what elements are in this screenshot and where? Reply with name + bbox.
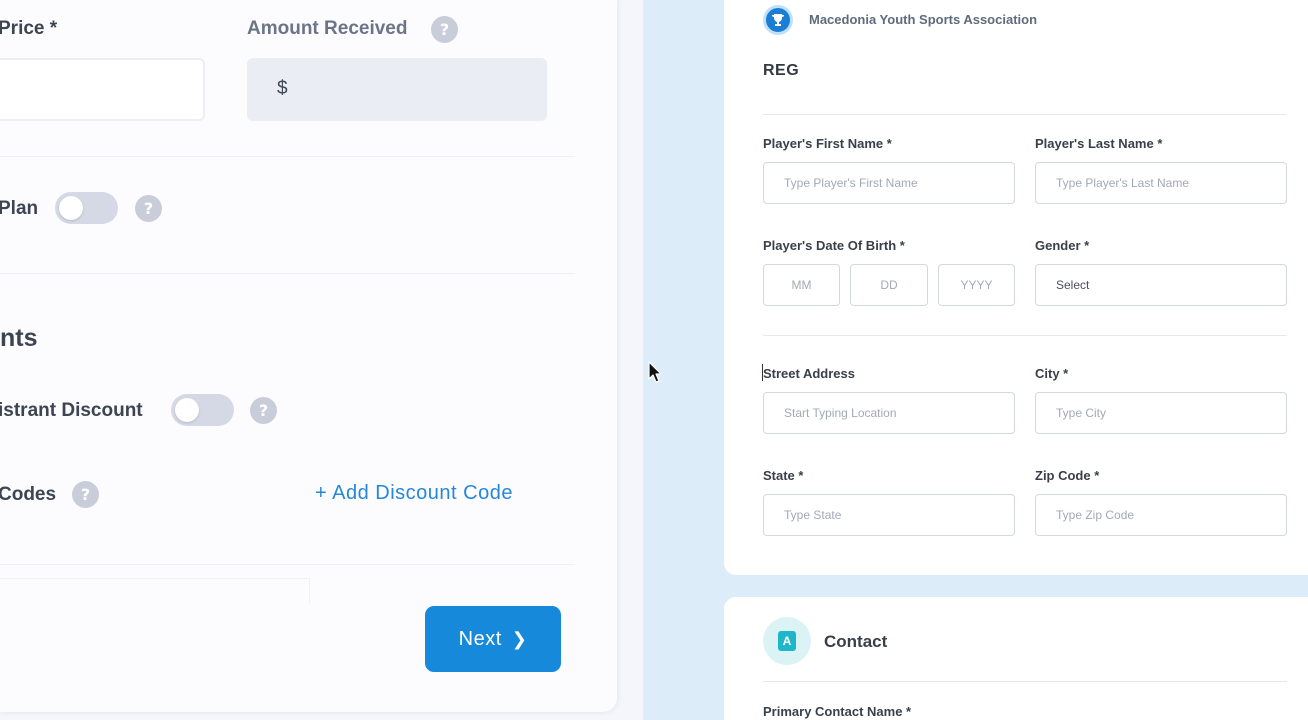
next-button-label: Next: [458, 627, 502, 650]
zip-code-label: Zip Code *: [1035, 468, 1100, 483]
payment-panel: Price * Amount Received ? $ Plan ? nts i…: [0, 0, 617, 712]
form-section-title: REG: [763, 62, 800, 79]
trophy-icon: [763, 5, 793, 35]
chevron-right-icon: ❯: [511, 628, 528, 650]
contact-card-icon: A: [763, 617, 811, 665]
state-input[interactable]: Type State: [763, 494, 1015, 536]
toggle-knob: [175, 398, 199, 422]
divider: [763, 681, 1287, 682]
next-button[interactable]: Next ❯: [425, 606, 561, 672]
plan-toggle[interactable]: [55, 192, 118, 224]
add-discount-code-link[interactable]: + Add Discount Code: [315, 482, 513, 505]
toggle-knob: [59, 196, 83, 220]
dob-label: Player's Date Of Birth *: [763, 238, 905, 253]
discount-codes-label: Codes: [0, 484, 57, 505]
plan-help-icon[interactable]: ?: [135, 195, 162, 222]
registrant-discount-toggle[interactable]: [171, 394, 234, 426]
gender-select[interactable]: Select: [1035, 264, 1287, 306]
discount-codes-help-icon[interactable]: ?: [72, 481, 99, 508]
registration-form-card: Macedonia Youth Sports Association REG P…: [724, 0, 1308, 575]
first-name-input[interactable]: Type Player's First Name: [763, 162, 1015, 204]
contact-icon-glyph: A: [778, 631, 796, 651]
state-label: State *: [763, 468, 804, 483]
divider: [763, 335, 1287, 336]
org-name: Macedonia Youth Sports Association: [809, 12, 1038, 27]
divider: [0, 273, 575, 274]
faint-row: [0, 578, 310, 604]
gender-label: Gender *: [1035, 238, 1090, 253]
registrant-discount-label: istrant Discount: [0, 400, 143, 421]
zip-code-input[interactable]: Type Zip Code: [1035, 494, 1287, 536]
dob-month-input[interactable]: MM: [763, 264, 840, 306]
amount-received-input[interactable]: $: [247, 58, 547, 121]
currency-prefix: $: [277, 78, 288, 99]
city-input[interactable]: Type City: [1035, 392, 1287, 434]
first-name-label: Player's First Name *: [763, 136, 892, 151]
street-address-input[interactable]: Start Typing Location: [763, 392, 1015, 434]
divider: [0, 156, 575, 157]
last-name-input[interactable]: Type Player's Last Name: [1035, 162, 1287, 204]
primary-contact-name-label: Primary Contact Name *: [763, 704, 912, 719]
amount-received-label: Amount Received: [247, 18, 408, 39]
street-address-label: Street Address: [763, 366, 855, 381]
last-name-label: Player's Last Name *: [1035, 136, 1163, 151]
dob-day-input[interactable]: DD: [850, 264, 928, 306]
plan-label: Plan: [0, 198, 39, 219]
dob-year-input[interactable]: YYYY: [938, 264, 1015, 306]
amount-received-help-icon[interactable]: ?: [431, 16, 458, 43]
price-input[interactable]: [0, 58, 205, 121]
registrant-discount-help-icon[interactable]: ?: [250, 397, 277, 424]
discounts-heading: nts: [0, 324, 38, 352]
contact-title: Contact: [824, 632, 888, 651]
contact-card: A Contact Primary Contact Name *: [724, 597, 1308, 720]
divider: [763, 114, 1287, 115]
divider: [0, 564, 575, 565]
city-label: City *: [1035, 366, 1069, 381]
trophy-icon-graphic: [772, 14, 784, 26]
price-label: Price *: [0, 18, 58, 39]
mouse-pointer-icon: [648, 361, 662, 383]
